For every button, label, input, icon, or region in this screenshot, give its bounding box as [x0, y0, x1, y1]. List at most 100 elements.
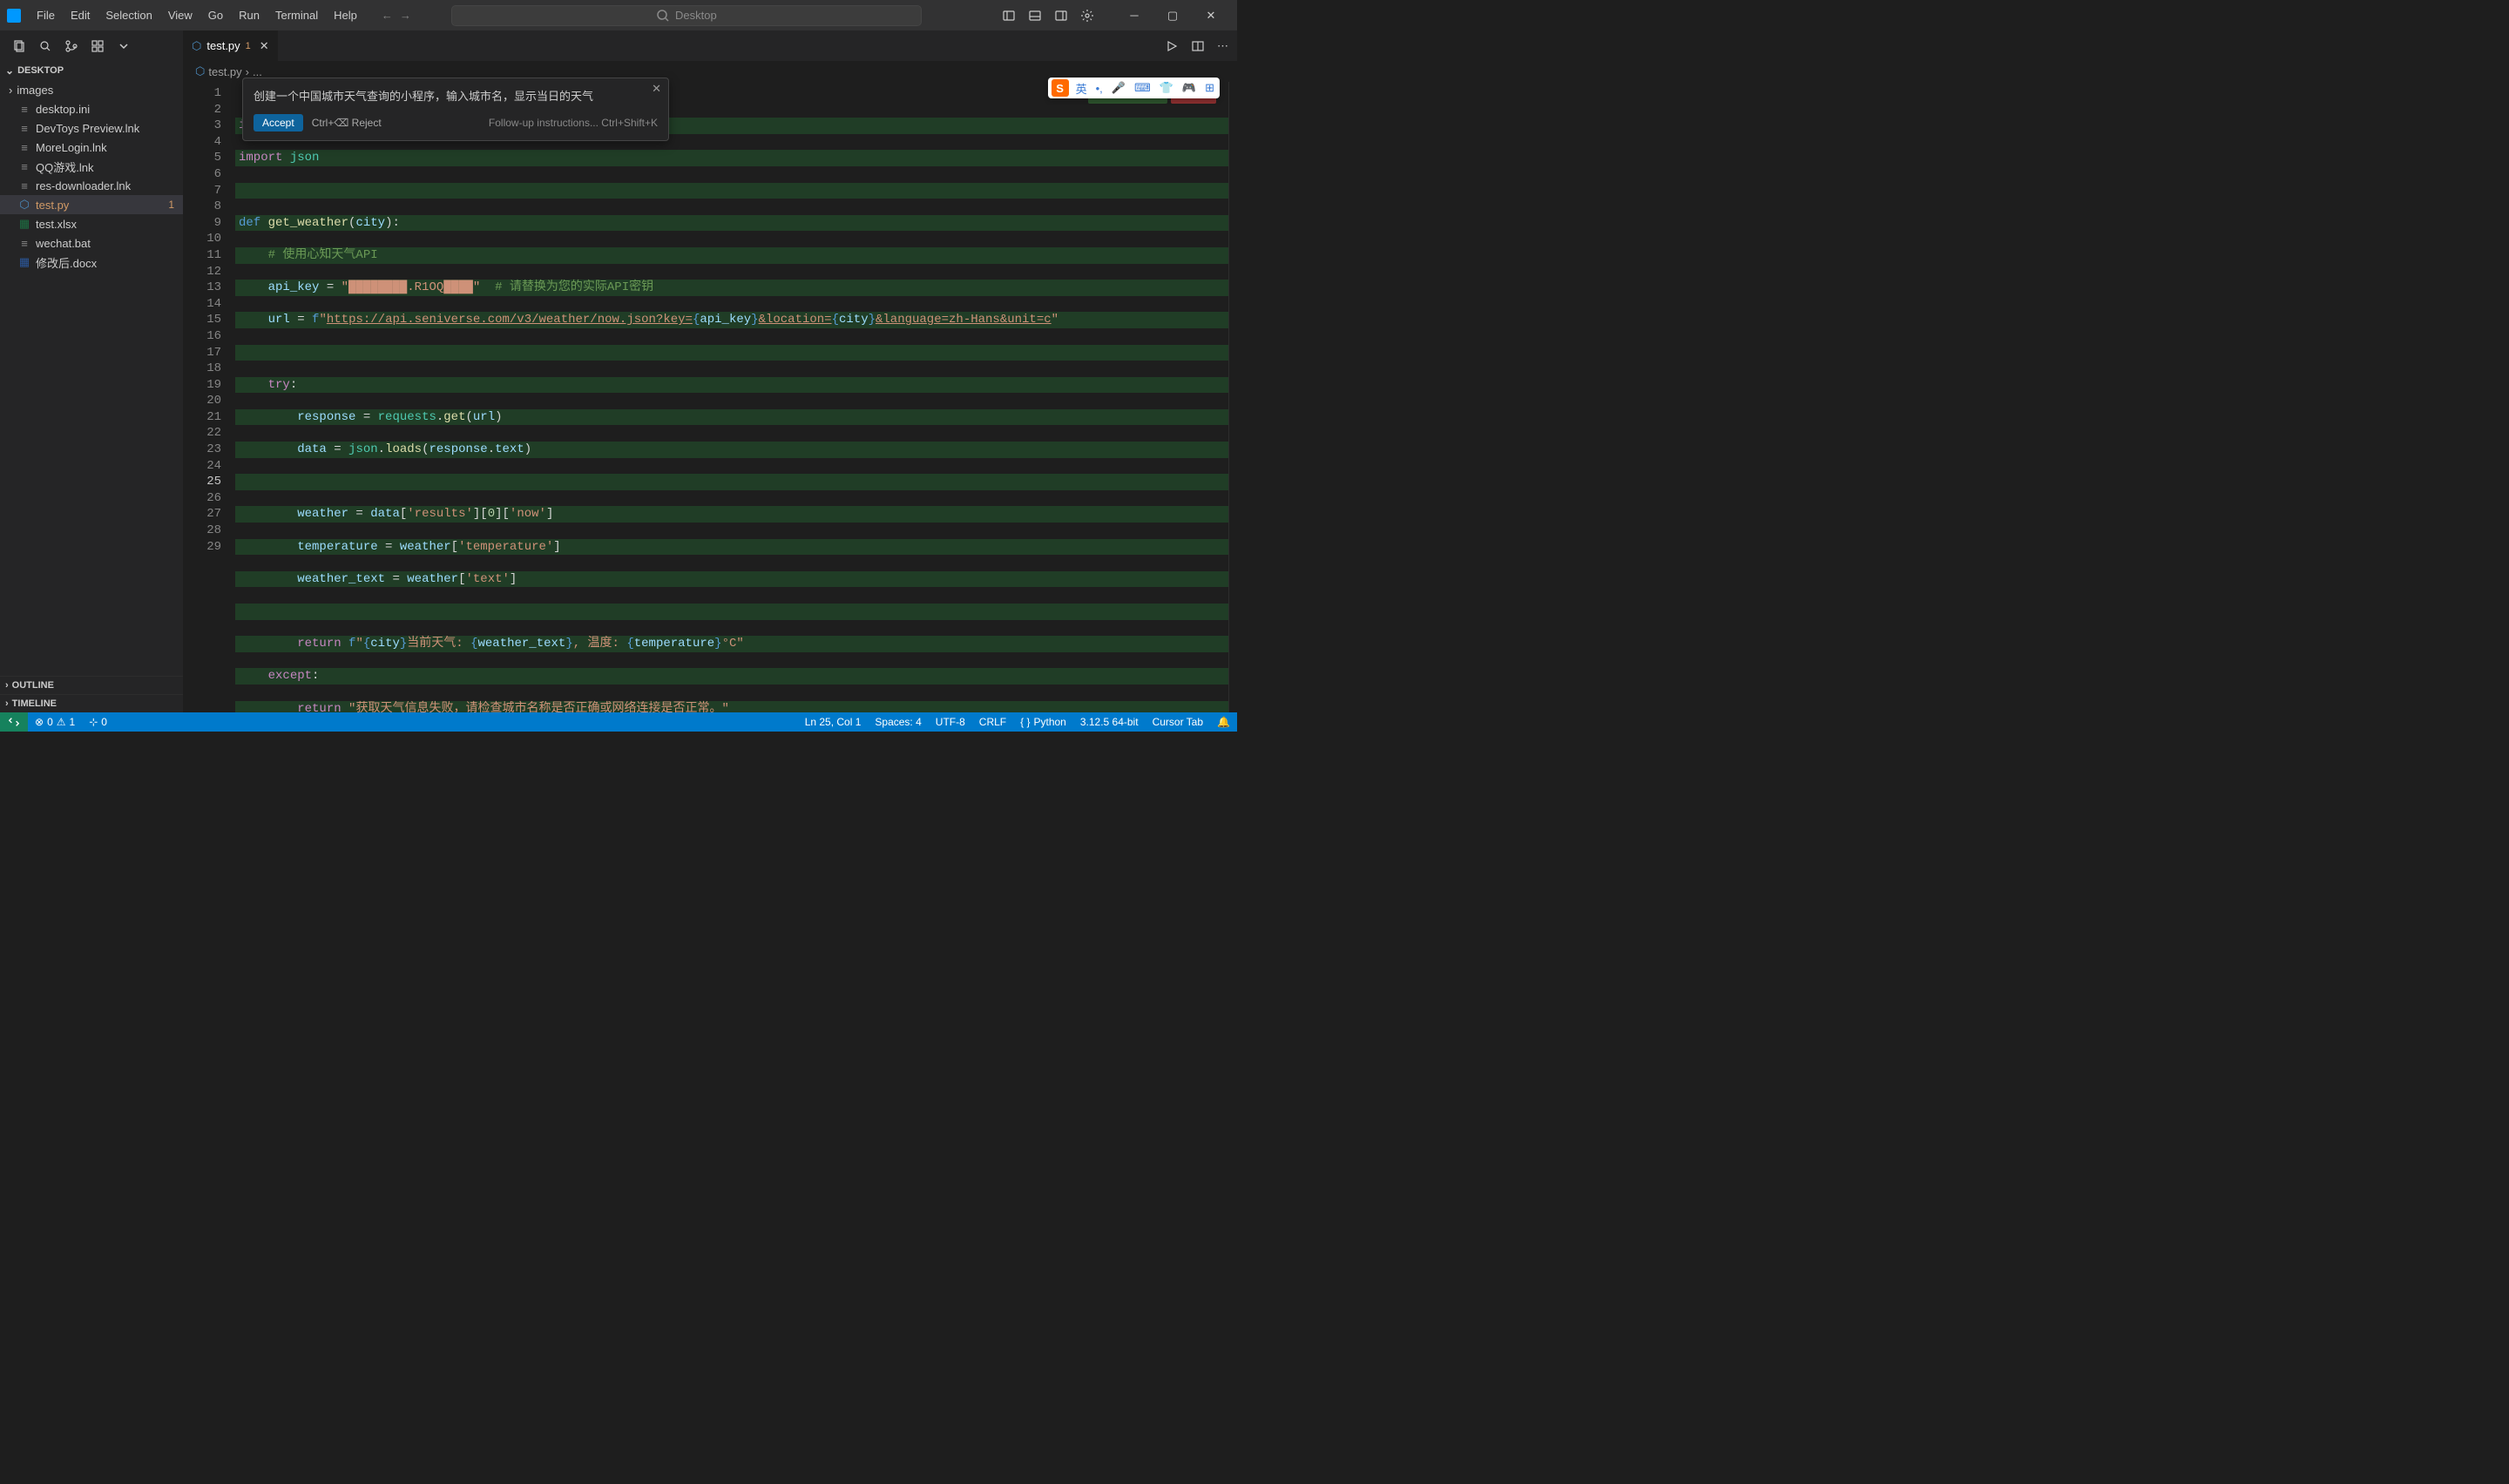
ime-toolbar[interactable]: S 英 •, 🎤 ⌨ 👕 🎮 ⊞: [1048, 78, 1220, 98]
sogou-logo-icon: S: [1052, 79, 1069, 97]
chevron-down-icon[interactable]: [117, 39, 131, 53]
file-name: DevToys Preview.lnk: [36, 122, 139, 135]
breadcrumb-more: ...: [253, 65, 262, 78]
excel-file-icon: ▦: [17, 217, 31, 231]
ime-keyboard-icon[interactable]: ⌨: [1133, 81, 1153, 95]
extensions-icon[interactable]: [91, 39, 105, 53]
chevron-right-icon: ›: [5, 680, 9, 691]
app-logo-icon: [7, 9, 21, 23]
file-name: test.xlsx: [36, 218, 77, 231]
ime-punct-icon[interactable]: •,: [1094, 82, 1105, 95]
search-sidebar-icon[interactable]: [38, 39, 52, 53]
explorer-header[interactable]: ⌄ DESKTOP: [0, 61, 183, 80]
menu-go[interactable]: Go: [201, 5, 230, 25]
reject-button[interactable]: Ctrl+⌫ Reject: [312, 117, 382, 129]
timeline-label: TIMELINE: [12, 698, 57, 709]
close-icon[interactable]: ✕: [1192, 3, 1230, 29]
language-mode[interactable]: { } Python: [1013, 716, 1073, 728]
breadcrumb-separator: ›: [246, 65, 249, 78]
close-icon[interactable]: ✕: [652, 82, 661, 96]
tab-close-icon[interactable]: ✕: [260, 39, 269, 53]
minimize-icon[interactable]: ─: [1115, 3, 1153, 29]
run-icon[interactable]: [1165, 39, 1179, 53]
indentation[interactable]: Spaces: 4: [868, 716, 928, 728]
file-name: MoreLogin.lnk: [36, 141, 107, 154]
gear-icon[interactable]: [1080, 9, 1094, 23]
file-name: desktop.ini: [36, 103, 90, 116]
code-editor[interactable]: 1234567891011121314151617181920212223242…: [183, 82, 1237, 712]
ime-mic-icon[interactable]: 🎤: [1110, 81, 1127, 95]
ime-game-icon[interactable]: 🎮: [1180, 81, 1198, 95]
nav-arrows: ← →: [382, 9, 411, 22]
menu-view[interactable]: View: [161, 5, 200, 25]
code-content[interactable]: Ctrl+Shift+Y Ctrl+N import requests impo…: [235, 82, 1228, 712]
timeline-section[interactable]: › TIMELINE: [0, 694, 183, 712]
window-controls: ─ ▢ ✕: [1115, 3, 1230, 29]
split-editor-icon[interactable]: [1191, 39, 1205, 53]
ports-item[interactable]: ⊹0: [82, 716, 114, 728]
minimap[interactable]: [1228, 82, 1237, 712]
panel-right-icon[interactable]: [1054, 9, 1068, 23]
search-icon: [656, 9, 670, 23]
tab-modified-badge: 1: [246, 41, 251, 51]
chevron-right-icon: ›: [9, 84, 12, 97]
file-item[interactable]: ≡ MoreLogin.lnk: [0, 138, 183, 157]
menu-help[interactable]: Help: [327, 5, 364, 25]
menu-file[interactable]: File: [30, 5, 62, 25]
file-item[interactable]: ≡ desktop.ini: [0, 99, 183, 118]
eol[interactable]: CRLF: [972, 716, 1013, 728]
cursor-position[interactable]: Ln 25, Col 1: [798, 716, 869, 728]
cursor-tab[interactable]: Cursor Tab: [1146, 716, 1210, 728]
file-item[interactable]: ≡ res-downloader.lnk: [0, 176, 183, 195]
problems-item[interactable]: ⊗0 ⚠1: [28, 716, 82, 728]
file-item[interactable]: ≡ wechat.bat: [0, 233, 183, 253]
notifications-icon[interactable]: 🔔: [1210, 716, 1237, 728]
file-name: 修改后.docx: [36, 254, 97, 271]
source-control-icon[interactable]: [64, 39, 78, 53]
search-placeholder: Desktop: [675, 9, 717, 22]
maximize-icon[interactable]: ▢: [1153, 3, 1192, 29]
menu-run[interactable]: Run: [232, 5, 267, 25]
folder-item[interactable]: › images: [0, 80, 183, 99]
modified-badge: 1: [168, 199, 174, 211]
error-icon: ⊗: [35, 716, 44, 728]
tab-name: test.py: [206, 39, 240, 52]
ime-lang[interactable]: 英: [1074, 80, 1089, 97]
panel-bottom-icon[interactable]: [1028, 9, 1042, 23]
ai-prompt-overlay: ✕ 创建一个中国城市天气查询的小程序，输入城市名，显示当日的天气 Accept …: [242, 78, 669, 141]
python-file-icon: ⬡: [192, 39, 201, 53]
explorer-title: DESKTOP: [17, 65, 64, 76]
followup-hint: Follow-up instructions... Ctrl+Shift+K: [489, 117, 658, 129]
file-item[interactable]: ≡ QQ游戏.lnk: [0, 157, 183, 176]
bat-file-icon: ≡: [17, 237, 31, 250]
menu-edit[interactable]: Edit: [64, 5, 97, 25]
statusbar: ⊗0 ⚠1 ⊹0 Ln 25, Col 1 Spaces: 4 UTF-8 CR…: [0, 712, 1237, 732]
accept-button[interactable]: Accept: [254, 114, 303, 132]
menu-terminal[interactable]: Terminal: [268, 5, 325, 25]
ime-toolbox-icon[interactable]: ⊞: [1203, 81, 1216, 95]
nav-back-icon[interactable]: ←: [382, 9, 393, 22]
remote-button[interactable]: [0, 712, 28, 732]
file-item[interactable]: ≡ DevToys Preview.lnk: [0, 118, 183, 138]
nav-forward-icon[interactable]: →: [400, 9, 411, 22]
tab-current[interactable]: ⬡ test.py 1 ✕: [183, 30, 279, 61]
more-icon[interactable]: ⋯: [1217, 39, 1228, 53]
file-tree: › images ≡ desktop.ini ≡ DevToys Preview…: [0, 80, 183, 676]
sidebar: ⌄ DESKTOP › images ≡ desktop.ini ≡ DevTo…: [0, 30, 183, 712]
menu-selection[interactable]: Selection: [98, 5, 159, 25]
python-version[interactable]: 3.12.5 64-bit: [1073, 716, 1146, 728]
ime-skin-icon[interactable]: 👕: [1158, 81, 1175, 95]
antenna-icon: ⊹: [89, 716, 98, 728]
command-center[interactable]: Desktop: [451, 5, 922, 26]
explorer-icon[interactable]: [12, 39, 26, 53]
file-name: QQ游戏.lnk: [36, 159, 93, 175]
file-item-active[interactable]: ⬡ test.py 1: [0, 195, 183, 214]
file-item[interactable]: ▦ 修改后.docx: [0, 253, 183, 272]
file-item[interactable]: ▦ test.xlsx: [0, 214, 183, 233]
encoding[interactable]: UTF-8: [929, 716, 972, 728]
panel-left-icon[interactable]: [1002, 9, 1016, 23]
word-file-icon: ▦: [17, 255, 31, 269]
outline-section[interactable]: › OUTLINE: [0, 676, 183, 694]
shortcut-file-icon: ≡: [17, 141, 31, 154]
file-name: res-downloader.lnk: [36, 179, 131, 192]
